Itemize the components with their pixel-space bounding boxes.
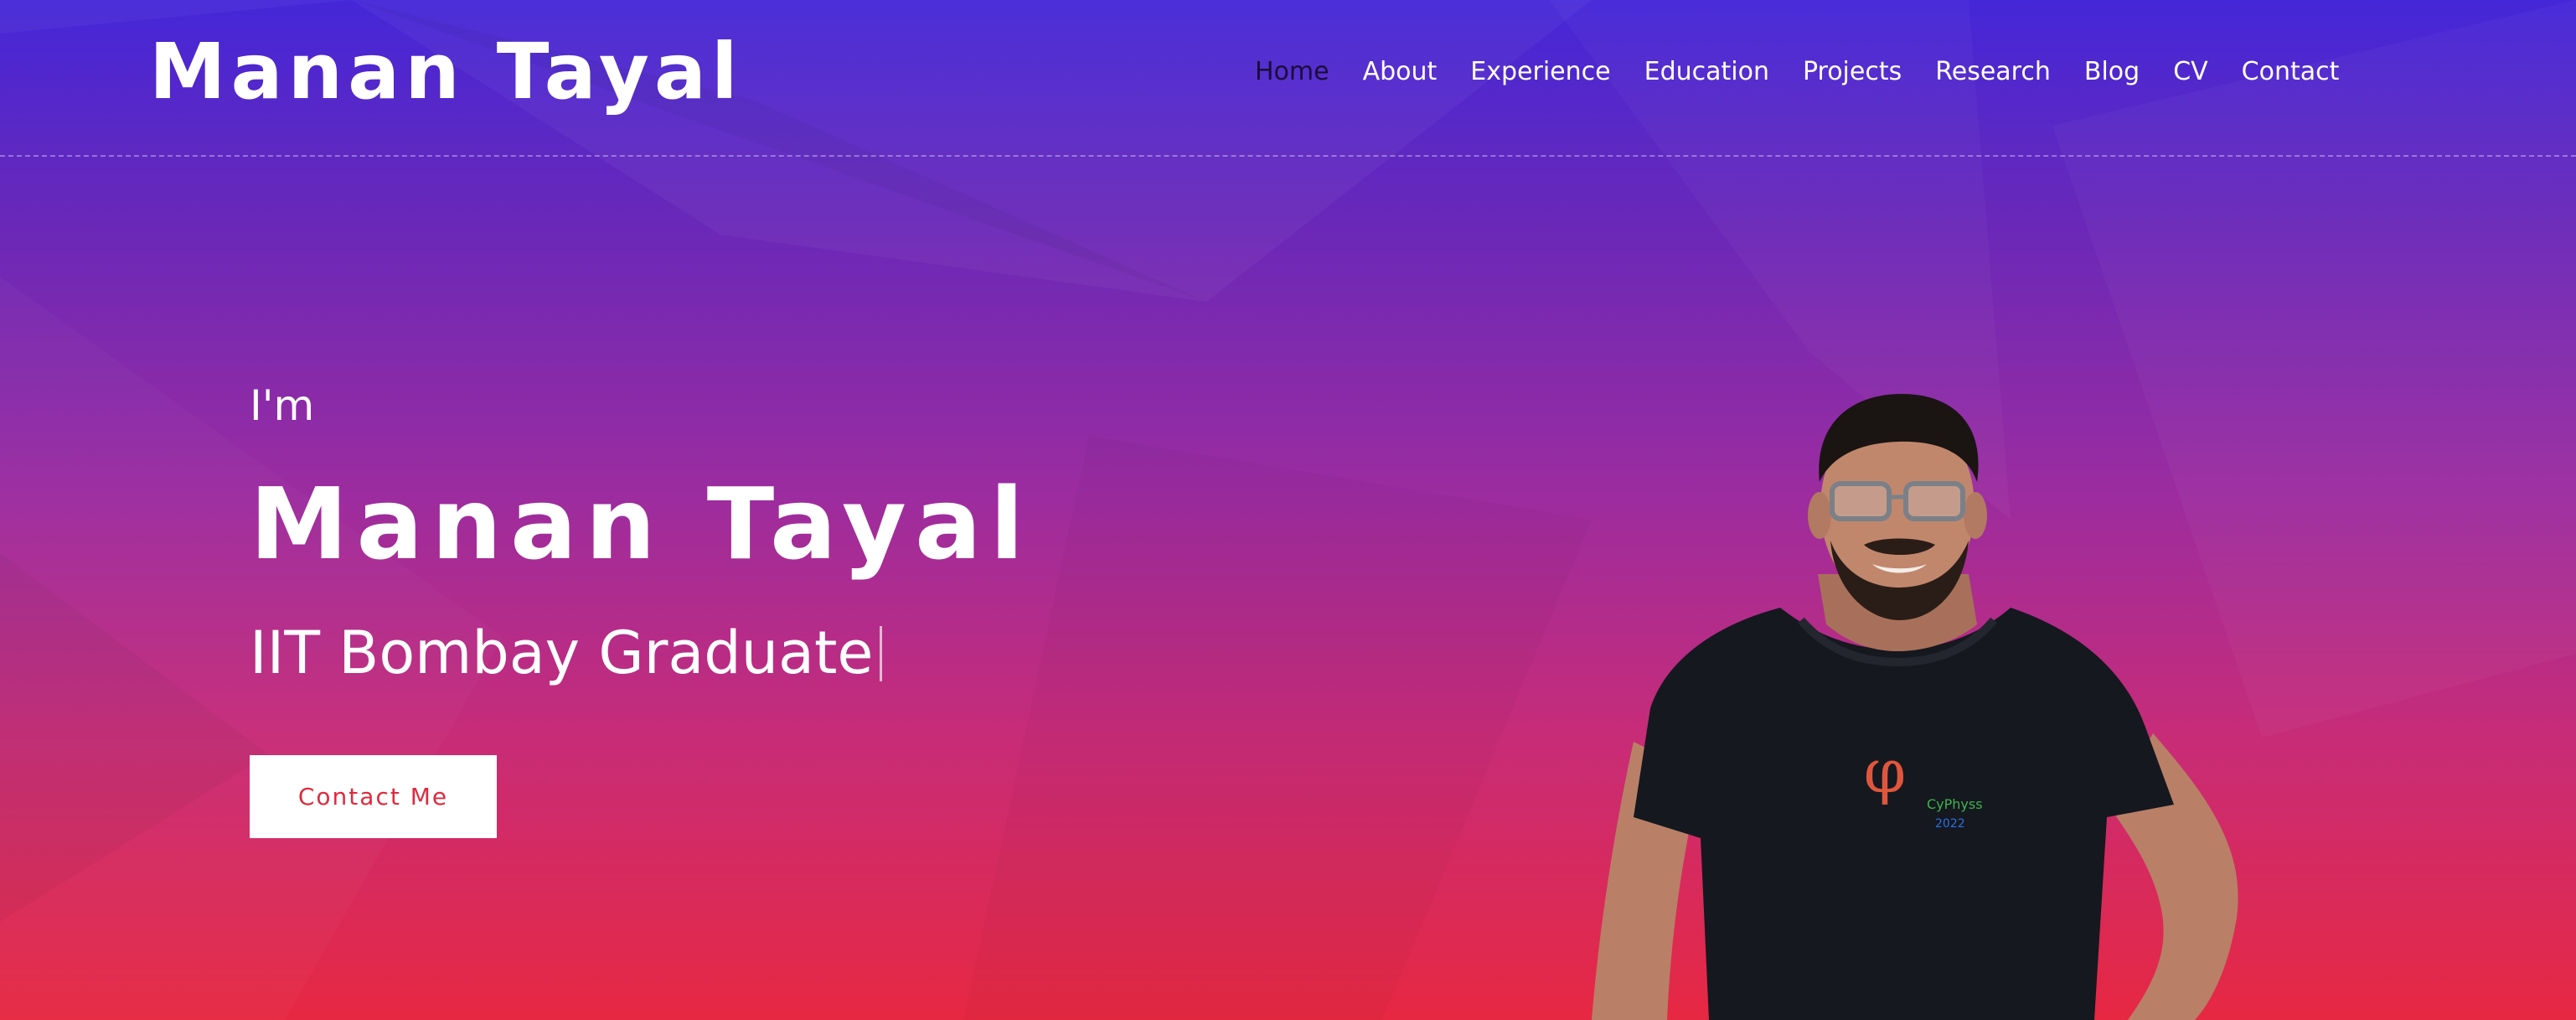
nav-home[interactable]: Home xyxy=(1255,52,1329,92)
brand-logo[interactable]: Manan Tayal xyxy=(149,25,742,119)
hero-intro: I'm xyxy=(250,381,315,430)
profile-photo: φ CyPhyss 2022 xyxy=(1592,394,2238,1020)
typing-cursor xyxy=(880,626,883,681)
header-divider xyxy=(0,155,2576,157)
hero-name: Manan Tayal xyxy=(250,466,1033,582)
shirt-logo-text: CyPhyss xyxy=(1927,796,1983,812)
nav-experience[interactable]: Experience xyxy=(1470,52,1610,92)
nav-education[interactable]: Education xyxy=(1644,52,1769,92)
hero-subtitle: IIT Bombay Graduate xyxy=(250,616,883,690)
contact-me-button[interactable]: Contact Me xyxy=(250,755,497,838)
nav-blog[interactable]: Blog xyxy=(2084,52,2140,92)
nav-contact[interactable]: Contact xyxy=(2242,52,2340,92)
hero-section: Manan Tayal Home About Experience Educat… xyxy=(0,0,2576,1020)
main-nav: Home About Experience Education Projects… xyxy=(1255,52,2372,92)
svg-text:φ: φ xyxy=(1864,736,1906,806)
nav-research[interactable]: Research xyxy=(1935,52,2051,92)
typed-text: IIT Bombay Graduate xyxy=(250,619,874,687)
nav-about[interactable]: About xyxy=(1363,52,1438,92)
nav-projects[interactable]: Projects xyxy=(1803,52,1902,92)
shirt-logo-year: 2022 xyxy=(1935,817,1965,831)
nav-cv[interactable]: CV xyxy=(2173,52,2207,92)
